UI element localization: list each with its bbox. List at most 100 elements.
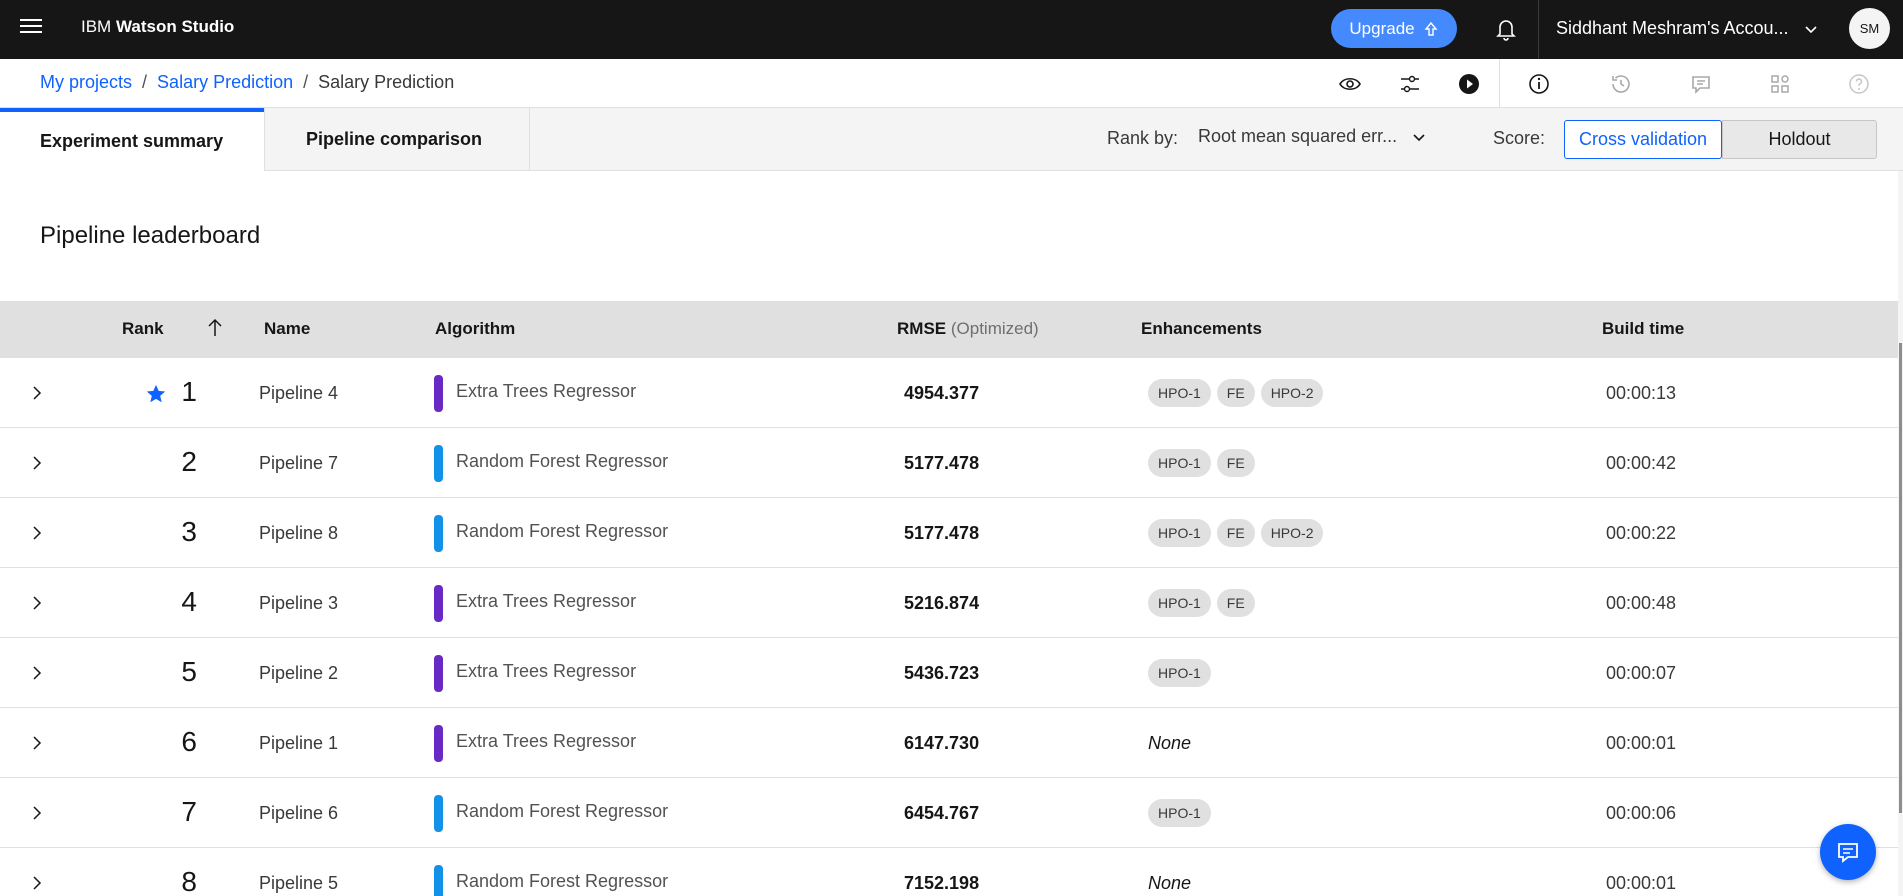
enhancement-tags: HPO-1 FE <box>1148 589 1255 617</box>
run-icon[interactable] <box>1457 72 1481 96</box>
history-icon[interactable] <box>1609 72 1633 96</box>
breadcrumb-my-projects[interactable]: My projects <box>40 72 132 93</box>
help-icon[interactable] <box>1847 72 1871 96</box>
settings-adjust-icon[interactable] <box>1398 72 1422 96</box>
pipeline-name: Pipeline 2 <box>259 663 339 683</box>
scrollbar-thumb[interactable] <box>1899 343 1902 813</box>
enhancement-tags: HPO-1 FE <box>1148 449 1255 477</box>
enhancement-tag: FE <box>1216 589 1255 617</box>
arrow-up-icon[interactable] <box>205 316 225 340</box>
rmse-value: 5177.478 <box>904 453 980 473</box>
table-row[interactable]: 2 Pipeline 7 Random Forest Regressor 5177.4… <box>0 428 1900 498</box>
table-row[interactable]: 3 Pipeline 8 Random Forest Regressor 5177.4… <box>0 498 1900 568</box>
holdout-button[interactable]: Holdout <box>1722 120 1877 159</box>
build-time: 00:00:42 <box>1606 453 1677 473</box>
build-time: 00:00:07 <box>1606 663 1677 683</box>
algorithm-name: Random Forest Regressor <box>456 871 669 891</box>
breadcrumb: My projects / Salary Prediction / Salary… <box>40 72 454 93</box>
algorithm-name: Random Forest Regressor <box>456 521 669 541</box>
tab-pipeline-comparison[interactable]: Pipeline comparison <box>264 108 530 171</box>
breadcrumb-separator: / <box>142 72 148 92</box>
enhancement-tags: HPO-1 <box>1148 659 1211 687</box>
algorithm-name: Extra Trees Regressor <box>456 731 637 751</box>
chevron-right-icon[interactable] <box>28 594 46 612</box>
table-row[interactable]: 8 Pipeline 5 Random Forest Regressor 7152.1… <box>0 848 1900 896</box>
chat-button[interactable] <box>1820 824 1876 880</box>
column-header-build-time[interactable]: Build time <box>1602 319 1684 339</box>
table-row[interactable]: 4 Pipeline 3 Extra Trees Regressor 5216.874… <box>0 568 1900 638</box>
chevron-right-icon[interactable] <box>28 384 46 402</box>
table-row[interactable]: 5 Pipeline 2 Extra Trees Regressor 5436.723… <box>0 638 1900 708</box>
no-enhancements: None <box>1148 873 1192 893</box>
algorithm-name: Extra Trees Regressor <box>456 661 637 681</box>
rmse-value: 5436.723 <box>904 663 980 683</box>
enhancement-tag: FE <box>1216 449 1255 477</box>
build-time: 00:00:13 <box>1606 383 1677 403</box>
column-header-algorithm[interactable]: Algorithm <box>435 319 515 339</box>
algorithm-color-indicator <box>434 725 443 762</box>
build-time: 00:00:06 <box>1606 803 1677 823</box>
breadcrumb-separator: / <box>303 72 309 92</box>
chevron-down-icon[interactable] <box>1802 20 1820 38</box>
enhancement-tag: FE <box>1216 519 1255 547</box>
rank-number: 3 <box>181 516 197 547</box>
algorithm-color-indicator <box>434 865 443 896</box>
upgrade-icon <box>1424 21 1438 36</box>
algorithm-name: Extra Trees Regressor <box>456 381 637 401</box>
rmse-value: 7152.198 <box>904 873 980 893</box>
divider <box>1499 59 1500 108</box>
enhancement-tags: HPO-1 FE HPO-2 <box>1148 379 1324 407</box>
enhancement-tag: HPO-1 <box>1148 519 1211 547</box>
score-label: Score: <box>1493 128 1546 148</box>
chevron-right-icon[interactable] <box>28 874 46 892</box>
chevron-right-icon[interactable] <box>28 804 46 822</box>
comment-icon[interactable] <box>1689 72 1713 96</box>
enhancement-tag: HPO-2 <box>1260 519 1324 547</box>
rank-by-label: Rank by: <box>1107 128 1179 148</box>
algorithm-name: Random Forest Regressor <box>456 451 669 471</box>
cross-validation-button[interactable]: Cross validation <box>1564 120 1722 159</box>
build-time: 00:00:01 <box>1606 873 1677 893</box>
enhancement-tag: FE <box>1216 379 1255 407</box>
table-row[interactable]: 7 Pipeline 6 Random Forest Regressor 6454.7… <box>0 778 1900 848</box>
column-header-rank[interactable]: Rank <box>122 319 164 339</box>
column-header-enhancements[interactable]: Enhancements <box>1141 319 1262 339</box>
pipeline-name: Pipeline 3 <box>259 593 339 613</box>
breadcrumb-project[interactable]: Salary Prediction <box>157 72 293 93</box>
build-time: 00:00:01 <box>1606 733 1677 753</box>
rmse-value: 5177.478 <box>904 523 980 543</box>
information-icon[interactable] <box>1527 72 1551 96</box>
build-time: 00:00:48 <box>1606 593 1677 613</box>
table-row[interactable]: 6 Pipeline 1 Extra Trees Regressor 6147.730… <box>0 708 1900 778</box>
table-row[interactable]: 1 Pipeline 4 Extra Trees Regressor 4954.377… <box>0 358 1900 428</box>
pipeline-name: Pipeline 7 <box>259 453 339 473</box>
chevron-right-icon[interactable] <box>28 734 46 752</box>
summary-toolbar: Experiment summary Pipeline comparison R… <box>0 108 1903 171</box>
chevron-right-icon[interactable] <box>28 664 46 682</box>
rank-number: 7 <box>181 796 197 827</box>
notification-icon[interactable] <box>1492 15 1520 43</box>
avatar[interactable]: SM <box>1849 8 1890 49</box>
chat-icon <box>1838 843 1858 863</box>
enhancement-tag: HPO-1 <box>1148 379 1211 407</box>
enhancement-tags: HPO-1 FE HPO-2 <box>1148 519 1324 547</box>
tab-experiment-summary[interactable]: Experiment summary <box>0 108 264 171</box>
top-navigation-bar: IBM Watson Studio Upgrade Siddhant Meshr… <box>0 0 1903 59</box>
chevron-right-icon[interactable] <box>28 454 46 472</box>
account-switcher[interactable]: Siddhant Meshram's Accou... <box>1556 18 1789 39</box>
pipeline-name: Pipeline 6 <box>259 803 339 823</box>
breadcrumb-bar: My projects / Salary Prediction / Salary… <box>0 59 1903 108</box>
algorithm-color-indicator <box>434 445 443 482</box>
view-icon[interactable] <box>1338 72 1362 96</box>
menu-icon[interactable] <box>20 19 42 39</box>
rank-number: 4 <box>181 586 197 617</box>
column-header-name[interactable]: Name <box>264 319 310 339</box>
upgrade-button[interactable]: Upgrade <box>1331 9 1457 48</box>
rank-by-dropdown[interactable]: Root mean squared err... <box>1198 126 1427 147</box>
enhancement-tag: HPO-1 <box>1148 799 1211 827</box>
chevron-right-icon[interactable] <box>28 524 46 542</box>
pipeline-name: Pipeline 5 <box>259 873 339 893</box>
column-header-rmse[interactable]: RMSE (Optimized) <box>897 319 1039 339</box>
product-brand[interactable]: IBM Watson Studio <box>81 17 234 37</box>
apps-icon[interactable] <box>1768 72 1792 96</box>
